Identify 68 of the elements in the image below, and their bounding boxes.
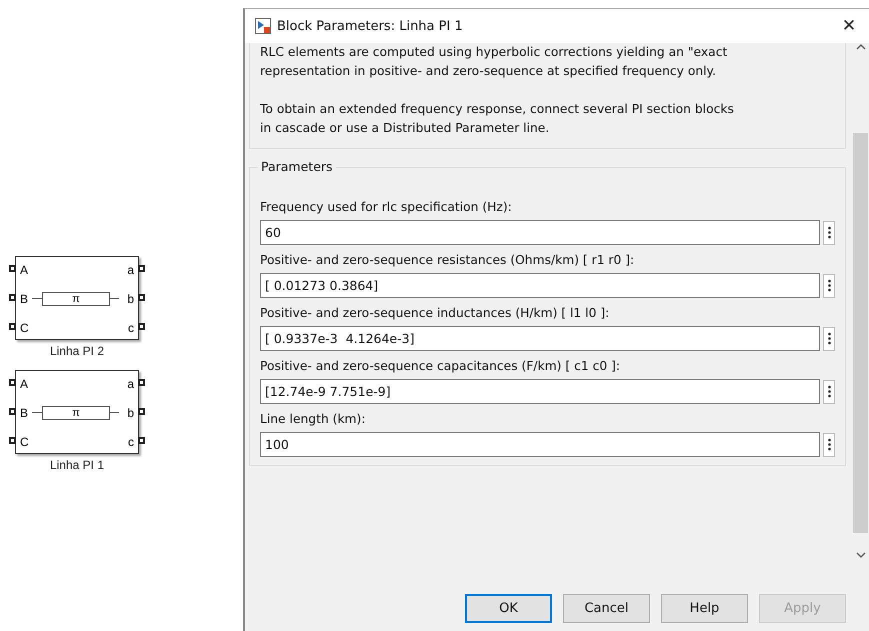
more-button[interactable] — [823, 432, 835, 456]
vertical-dots-icon — [828, 226, 830, 239]
field-label: Positive- and zero-sequence inductances (H/km) [ l1 l0 ]: — [260, 306, 610, 320]
input-field[interactable]: [ 0.01273 0.3864] — [260, 273, 820, 298]
input-port[interactable] — [9, 323, 16, 330]
pi-section-block[interactable]: A a B b C c π — [15, 256, 139, 340]
input-port[interactable] — [9, 294, 16, 301]
input-field[interactable]: 100 — [260, 432, 820, 457]
output-port[interactable] — [138, 437, 145, 444]
port-label: A — [20, 263, 28, 277]
block-name: Linha PI 1 — [50, 458, 104, 472]
more-button[interactable] — [823, 274, 835, 298]
port-label: B — [20, 406, 28, 420]
dialog-button[interactable]: Cancel — [563, 594, 650, 622]
input-port[interactable] — [9, 265, 16, 272]
port-label: C — [20, 435, 29, 449]
dialog-button[interactable]: Help — [661, 594, 748, 622]
vertical-dots-icon — [828, 332, 830, 345]
pi-section-block[interactable]: A a B b C c π — [15, 370, 139, 454]
wire — [109, 412, 119, 413]
window-title: Block Parameters: Linha PI 1 — [277, 18, 464, 34]
input-port[interactable] — [9, 437, 16, 444]
port-label: a — [127, 263, 134, 277]
port-label: c — [128, 435, 134, 449]
output-port[interactable] — [138, 294, 145, 301]
field-label: Frequency used for rlc specification (Hz): — [260, 200, 513, 214]
description-text: To obtain an extended frequency response, connect several PI section blocks — [260, 101, 735, 118]
port-label: C — [20, 321, 29, 335]
close-button[interactable]: ✕ — [829, 9, 869, 43]
vertical-dots-icon — [828, 385, 830, 398]
wire — [32, 412, 42, 413]
output-port[interactable] — [138, 323, 145, 330]
description-text: RLC elements are computed using hyperbolic corrections yielding an "exact — [260, 44, 728, 61]
vertical-dots-icon — [828, 438, 830, 451]
port-label: b — [127, 406, 134, 420]
port-label: b — [127, 292, 134, 306]
input-port[interactable] — [9, 379, 16, 386]
more-button[interactable] — [823, 326, 835, 350]
input-field[interactable]: [12.74e-9 7.751e-9] — [260, 379, 820, 404]
description-text: representation in positive- and zero-sequence at specified frequency only. — [260, 63, 717, 80]
wire — [32, 298, 42, 299]
field-label: Positive- and zero-sequence resistances (Ohms/km) [ r1 r0 ]: — [260, 253, 636, 267]
input-field[interactable]: 60 — [260, 220, 820, 245]
scroll-up-icon — [856, 43, 866, 51]
block-name: Linha PI 2 — [50, 344, 104, 358]
more-button[interactable] — [823, 380, 835, 404]
dialog-button[interactable]: OK — [465, 594, 552, 622]
block-icon — [255, 18, 271, 34]
vertical-dots-icon — [828, 279, 830, 292]
input-field[interactable]: [ 0.9337e-3 4.1264e-3] — [260, 326, 820, 351]
more-button[interactable] — [823, 220, 835, 244]
group-title: Parameters — [258, 159, 336, 174]
port-label: B — [20, 292, 28, 306]
field-label: Line length (km): — [260, 412, 366, 426]
port-label: a — [127, 377, 134, 391]
pi-symbol: π — [42, 292, 110, 306]
description-text: in cascade or use a Distributed Parameter line. — [260, 120, 550, 137]
wire — [109, 298, 119, 299]
port-label: A — [20, 377, 28, 391]
output-port[interactable] — [138, 408, 145, 415]
scroll-thumb[interactable] — [853, 133, 868, 533]
output-port[interactable] — [138, 265, 145, 272]
output-port[interactable] — [138, 379, 145, 386]
port-label: c — [128, 321, 134, 335]
input-port[interactable] — [9, 408, 16, 415]
pi-symbol: π — [42, 406, 110, 420]
field-label: Positive- and zero-sequence capacitances (F/km) [ c1 c0 ]: — [260, 359, 622, 373]
scroll-down-icon — [856, 551, 866, 559]
